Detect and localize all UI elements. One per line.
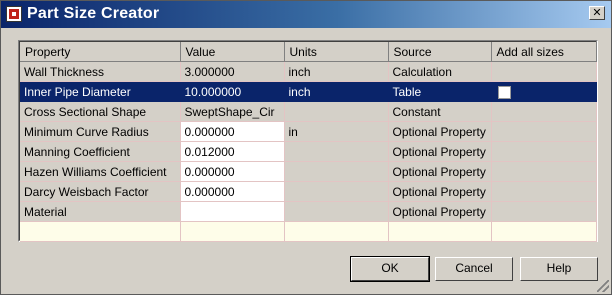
units-cell[interactable]: in (284, 121, 389, 142)
units-cell[interactable] (284, 141, 389, 162)
new-row-cell[interactable] (284, 221, 389, 242)
source-cell[interactable]: Table (388, 81, 492, 102)
property-table: Property Value Units Source Add all size… (20, 42, 597, 242)
add-all-sizes-cell[interactable] (491, 141, 597, 162)
add-all-sizes-cell[interactable] (491, 161, 597, 182)
property-cell[interactable]: Wall Thickness (20, 61, 181, 82)
value-input-cell[interactable]: 0.012000 (180, 141, 285, 162)
new-row-cell[interactable] (388, 221, 492, 242)
column-header-units[interactable]: Units (284, 42, 389, 62)
table-row[interactable]: Cross Sectional Shape SweptShape_Cir Con… (20, 101, 597, 122)
source-cell[interactable]: Optional Property (388, 201, 492, 222)
column-header-add-all-sizes[interactable]: Add all sizes (491, 42, 597, 62)
table-row[interactable]: Minimum Curve Radius 0.000000 in Optiona… (20, 121, 597, 142)
units-cell[interactable]: inch (284, 61, 389, 82)
value-input-cell[interactable] (180, 201, 285, 222)
value-cell[interactable]: SweptShape_Cir (180, 101, 285, 122)
add-all-sizes-cell[interactable] (491, 201, 597, 222)
add-all-sizes-checkbox[interactable] (497, 85, 511, 99)
add-all-sizes-cell[interactable] (491, 101, 597, 122)
part-size-creator-dialog: Part Size Creator ✕ Property Value Units… (0, 0, 612, 295)
source-cell[interactable]: Optional Property (388, 161, 492, 182)
value-input-cell[interactable]: 0.000000 (180, 181, 285, 202)
table-row[interactable]: Wall Thickness 3.000000 inch Calculation (20, 61, 597, 82)
property-cell[interactable]: Material (20, 201, 181, 222)
units-cell[interactable] (284, 101, 389, 122)
units-cell[interactable] (284, 181, 389, 202)
dialog-title: Part Size Creator (27, 5, 160, 22)
source-cell[interactable]: Optional Property (388, 181, 492, 202)
title-bar[interactable]: Part Size Creator ✕ (1, 1, 611, 28)
new-row-cell[interactable] (20, 221, 181, 242)
header-row: Property Value Units Source Add all size… (20, 42, 597, 62)
property-cell[interactable]: Cross Sectional Shape (20, 101, 181, 122)
new-row[interactable] (20, 221, 597, 242)
property-cell[interactable]: Minimum Curve Radius (20, 121, 181, 142)
cancel-button[interactable]: Cancel (435, 257, 513, 281)
table-row[interactable]: Manning Coefficient 0.012000 Optional Pr… (20, 141, 597, 162)
property-cell[interactable]: Manning Coefficient (20, 141, 181, 162)
value-cell[interactable]: 10.000000 (180, 81, 285, 102)
table-row-selected[interactable]: Inner Pipe Diameter 10.000000 inch Table (20, 81, 597, 102)
new-row-cell[interactable] (180, 221, 285, 242)
source-cell[interactable]: Optional Property (388, 121, 492, 142)
property-cell[interactable]: Hazen Williams Coefficient (20, 161, 181, 182)
table-row[interactable]: Material Optional Property (20, 201, 597, 222)
units-cell[interactable] (284, 161, 389, 182)
value-cell[interactable]: 3.000000 (180, 61, 285, 82)
column-header-property[interactable]: Property (20, 42, 181, 62)
value-input-cell[interactable]: 0.000000 (180, 161, 285, 182)
source-cell[interactable]: Optional Property (388, 141, 492, 162)
value-input-cell[interactable]: 0.000000 (180, 121, 285, 142)
source-cell[interactable]: Calculation (388, 61, 492, 82)
add-all-sizes-cell[interactable] (491, 181, 597, 202)
source-cell[interactable]: Constant (388, 101, 492, 122)
new-row-cell[interactable] (491, 221, 597, 242)
help-button[interactable]: Help (520, 257, 598, 281)
table-row[interactable]: Darcy Weisbach Factor 0.000000 Optional … (20, 181, 597, 202)
table-row[interactable]: Hazen Williams Coefficient 0.000000 Opti… (20, 161, 597, 182)
add-all-sizes-cell[interactable] (491, 61, 597, 82)
add-all-sizes-cell[interactable] (491, 81, 597, 102)
property-cell[interactable]: Inner Pipe Diameter (20, 81, 181, 102)
app-icon (6, 6, 22, 22)
add-all-sizes-cell[interactable] (491, 121, 597, 142)
column-header-value[interactable]: Value (180, 42, 285, 62)
ok-button[interactable]: OK (350, 256, 430, 282)
property-grid: Property Value Units Source Add all size… (18, 40, 598, 242)
resize-grip-icon[interactable] (597, 280, 609, 292)
units-cell[interactable] (284, 201, 389, 222)
property-cell[interactable]: Darcy Weisbach Factor (20, 181, 181, 202)
units-cell[interactable]: inch (284, 81, 389, 102)
close-button[interactable]: ✕ (589, 6, 605, 20)
column-header-source[interactable]: Source (388, 42, 492, 62)
